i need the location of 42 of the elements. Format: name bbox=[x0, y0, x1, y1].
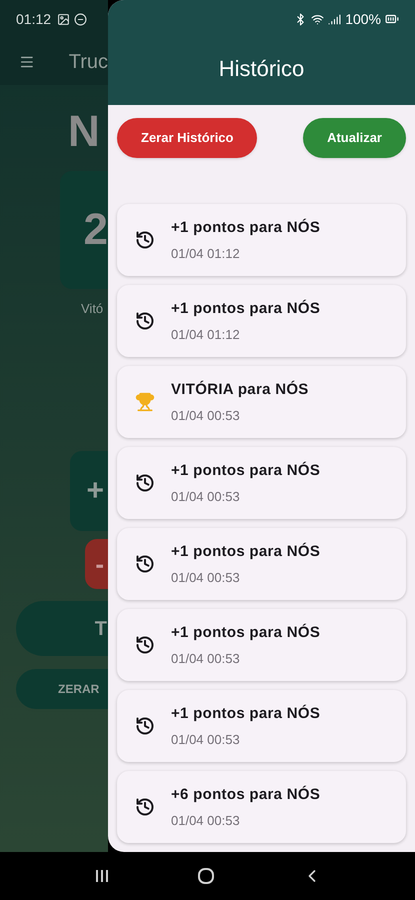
victories-label: Vitó bbox=[81, 301, 104, 316]
image-icon bbox=[57, 12, 70, 26]
trophy-icon bbox=[135, 392, 155, 412]
battery-percent: 100% bbox=[345, 10, 381, 28]
action-button[interactable]: T bbox=[94, 618, 107, 638]
refresh-button[interactable]: Atualizar bbox=[303, 118, 406, 158]
entry-title: +1 pontos para NÓS bbox=[171, 298, 320, 319]
history-icon bbox=[135, 797, 155, 817]
app-title: Truc bbox=[68, 50, 108, 74]
history-icon bbox=[135, 554, 155, 574]
clear-history-button[interactable]: Zerar Histórico bbox=[117, 118, 258, 158]
score-value: 2 bbox=[84, 208, 108, 252]
signal-icon bbox=[328, 12, 342, 26]
plus-button[interactable]: + bbox=[86, 476, 104, 506]
entry-title: +6 pontos para NÓS bbox=[171, 784, 320, 805]
entry-title: +1 pontos para NÓS bbox=[171, 542, 320, 562]
entry-time: 01/04 00:53 bbox=[171, 730, 241, 748]
entry-title: +1 pontos para NÓS bbox=[171, 704, 320, 724]
entry-time: 01/04 00:53 bbox=[171, 812, 241, 830]
do-not-disturb-icon bbox=[74, 12, 88, 26]
recent-apps-icon[interactable] bbox=[94, 868, 110, 884]
entry-time: 01/04 01:12 bbox=[171, 244, 241, 262]
history-icon bbox=[135, 311, 155, 331]
entry-time: 01/04 01:12 bbox=[171, 326, 241, 344]
entry-title: +1 pontos para NÓS bbox=[171, 460, 320, 481]
entry-time: 01/04 00:53 bbox=[171, 568, 241, 586]
home-icon[interactable] bbox=[196, 867, 214, 885]
team-name: N bbox=[68, 110, 100, 154]
entry-time: 01/04 00:53 bbox=[171, 650, 241, 668]
entry-title: VITÓRIA para NÓS bbox=[171, 380, 309, 400]
drawer-title: Histórico bbox=[218, 55, 304, 83]
entry-title: +1 pontos para NÓS bbox=[171, 622, 320, 643]
history-icon bbox=[135, 635, 155, 655]
entry-time: 01/04 00:53 bbox=[171, 406, 241, 424]
battery-icon bbox=[385, 12, 399, 26]
wifi-icon bbox=[311, 12, 324, 26]
history-icon bbox=[135, 473, 155, 493]
history-icon bbox=[135, 716, 155, 736]
entry-title: +1 pontos para NÓS bbox=[171, 218, 320, 238]
entry-time: 01/04 00:53 bbox=[171, 488, 241, 506]
history-icon bbox=[135, 230, 155, 250]
status-time: 01:12 bbox=[16, 10, 52, 28]
